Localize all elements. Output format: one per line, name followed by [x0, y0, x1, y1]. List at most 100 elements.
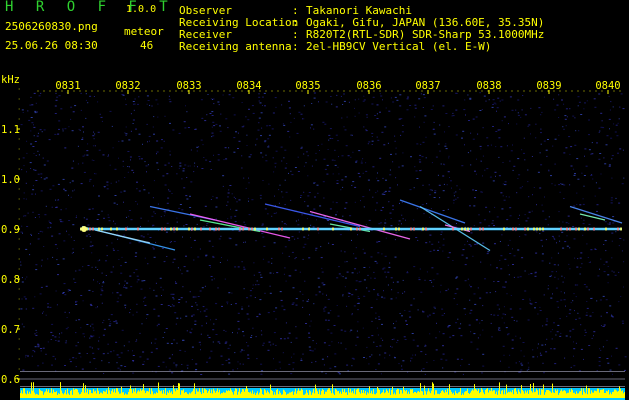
noise-speck — [353, 305, 356, 307]
noise-speck — [58, 233, 61, 235]
noise-speck — [30, 143, 33, 145]
noise-speck — [409, 316, 412, 318]
activity-bar — [416, 393, 417, 398]
noise-speck — [375, 192, 377, 194]
noise-speck — [551, 338, 553, 340]
noise-speck — [574, 117, 576, 119]
noise-speck — [200, 139, 203, 141]
noise-speck — [170, 293, 173, 295]
noise-speck — [343, 100, 346, 102]
noise-speck — [103, 373, 105, 374]
noise-speck — [401, 214, 403, 216]
noise-speck — [392, 209, 394, 211]
noise-speck — [584, 329, 586, 331]
noise-speck — [491, 222, 494, 224]
noise-speck — [453, 202, 455, 204]
noise-speck — [275, 106, 277, 108]
noise-speck — [56, 304, 58, 306]
activity-bar — [23, 388, 24, 398]
carrier-speck — [116, 227, 118, 231]
noise-speck — [99, 283, 100, 284]
noise-speck — [310, 124, 313, 126]
noise-speck — [455, 134, 458, 136]
noise-speck — [327, 149, 329, 150]
noise-speck — [43, 246, 45, 247]
noise-speck — [147, 100, 150, 101]
noise-speck — [310, 320, 312, 322]
y-tick-label: 0.8 — [1, 274, 20, 286]
activity-bar — [354, 388, 355, 398]
noise-speck — [330, 332, 333, 334]
noise-speck — [432, 285, 434, 287]
noise-speck — [541, 260, 544, 262]
noise-speck — [363, 357, 365, 358]
noise-speck — [517, 99, 520, 101]
activity-bar — [202, 388, 203, 398]
noise-speck — [64, 128, 67, 130]
noise-speck — [128, 215, 130, 217]
noise-speck — [326, 173, 329, 175]
activity-bar — [303, 394, 304, 398]
noise-speck — [156, 151, 159, 153]
noise-speck — [309, 349, 312, 351]
noise-speck — [537, 343, 539, 345]
noise-speck — [232, 332, 233, 334]
noise-speck — [208, 357, 211, 359]
activity-bar — [492, 391, 493, 398]
activity-bar — [297, 390, 298, 398]
noise-speck — [69, 358, 71, 360]
noise-speck — [456, 358, 459, 360]
activity-bar — [197, 391, 198, 398]
noise-speck — [185, 255, 187, 257]
noise-speck — [77, 163, 79, 165]
noise-speck — [47, 258, 49, 260]
noise-speck — [582, 223, 585, 225]
activity-bar — [30, 393, 31, 398]
noise-speck — [493, 225, 495, 226]
noise-speck — [375, 312, 377, 314]
activity-bar — [159, 390, 160, 398]
noise-speck — [439, 197, 441, 199]
noise-speck — [291, 303, 294, 305]
activity-bar — [527, 390, 528, 398]
noise-speck — [222, 94, 224, 96]
noise-speck — [405, 320, 407, 322]
noise-speck — [194, 320, 197, 322]
activity-bar — [282, 394, 283, 398]
noise-speck — [32, 146, 35, 147]
activity-bar — [486, 388, 487, 398]
noise-speck — [273, 171, 275, 173]
noise-speck — [397, 339, 399, 341]
noise-speck — [212, 329, 215, 331]
activity-bar — [119, 393, 120, 398]
noise-speck — [457, 318, 459, 320]
noise-speck — [423, 121, 425, 123]
noise-speck — [462, 373, 464, 375]
activity-bar — [523, 391, 524, 398]
noise-speck — [268, 341, 271, 343]
noise-speck — [155, 241, 157, 243]
noise-speck — [423, 213, 425, 215]
noise-speck — [192, 314, 195, 316]
noise-speck — [136, 281, 138, 283]
activity-bar — [429, 391, 430, 398]
noise-speck — [344, 251, 346, 253]
noise-speck — [367, 179, 370, 181]
activity-bar — [334, 394, 335, 398]
activity-bar — [509, 392, 510, 398]
activity-bar — [615, 389, 616, 398]
noise-speck — [378, 316, 380, 318]
noise-speck — [456, 303, 458, 305]
noise-speck — [399, 94, 402, 96]
noise-speck — [407, 96, 409, 98]
noise-speck — [327, 356, 329, 358]
activity-bar — [296, 393, 297, 398]
noise-speck — [358, 281, 361, 283]
noise-speck — [384, 271, 387, 273]
noise-speck — [173, 258, 176, 260]
noise-speck — [543, 140, 546, 142]
activity-bar — [524, 393, 525, 398]
noise-speck — [55, 207, 58, 208]
activity-bar — [584, 391, 585, 398]
activity-bar — [415, 392, 416, 398]
